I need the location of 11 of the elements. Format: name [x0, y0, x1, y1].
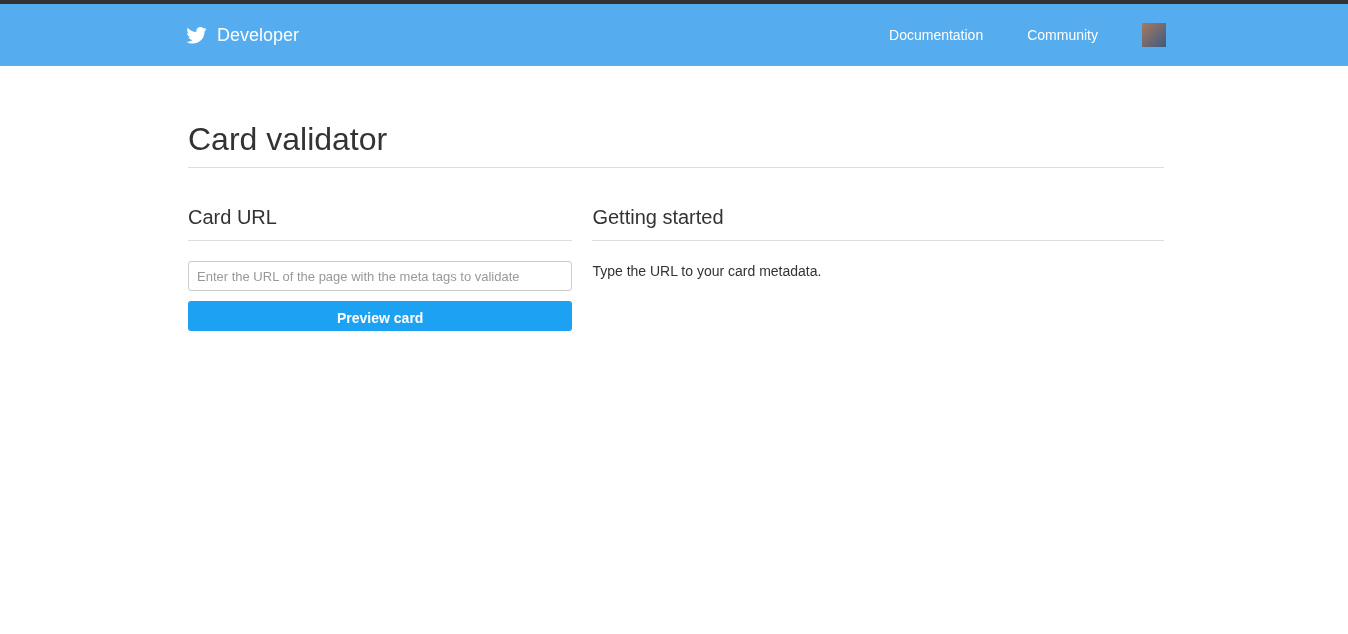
section-heading: Getting started	[592, 206, 1164, 241]
preview-card-button[interactable]: Preview card	[188, 301, 573, 331]
brand-name: Developer	[217, 24, 300, 46]
page-title: Card validator	[188, 121, 1164, 168]
section-heading: Card URL	[188, 206, 573, 241]
nav-link[interactable]: Community	[1027, 27, 1098, 43]
url-input-field[interactable]: Enter the URL of the page with the meta tags to validate	[188, 261, 573, 291]
nav-link[interactable]: Documentation	[889, 27, 984, 43]
avatar-photo-placeholder[interactable]	[1142, 23, 1166, 47]
bird-icon	[186, 26, 207, 44]
instruction-text: Type the URL to your card metadata.	[592, 263, 823, 279]
